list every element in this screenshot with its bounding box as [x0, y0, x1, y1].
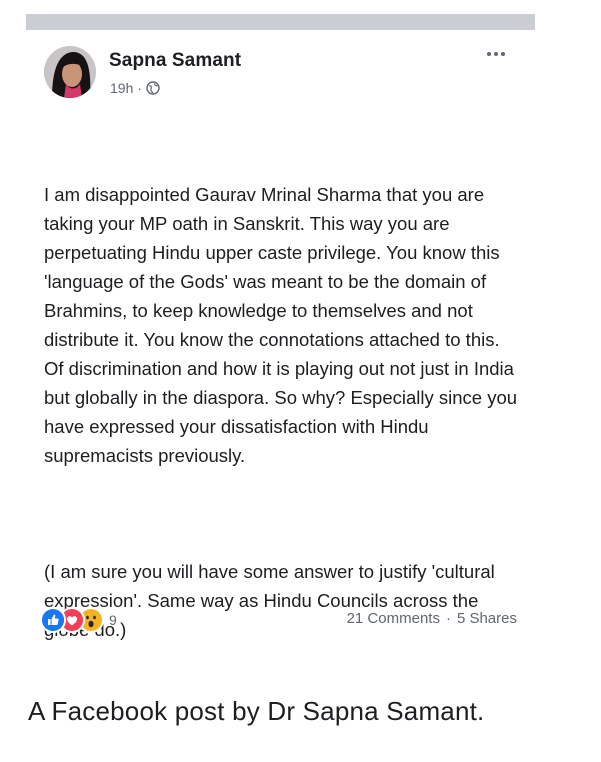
globe-icon	[146, 81, 160, 95]
more-options-button[interactable]	[481, 44, 511, 64]
avatar-photo	[44, 46, 96, 98]
post-paragraph: I am disappointed Gaurav Mrinal Sharma t…	[44, 184, 523, 466]
engagement-stats: 21 Comments · 5 Shares	[347, 610, 517, 627]
more-dot-icon	[494, 52, 498, 56]
meta-separator: ·	[137, 80, 143, 96]
avatar[interactable]	[44, 46, 96, 98]
post-time[interactable]: 19h	[110, 80, 133, 96]
engagement-separator: ·	[445, 610, 451, 627]
like-icon	[40, 607, 66, 633]
reactions-summary[interactable]: 9	[40, 607, 117, 633]
more-dot-icon	[501, 52, 505, 56]
previous-post-edge	[26, 14, 535, 30]
facebook-post: Sapna Samant 19h · I am disappointed Gau…	[26, 30, 535, 647]
image-caption: A Facebook post by Dr Sapna Samant.	[28, 696, 485, 726]
author-name[interactable]: Sapna Samant	[109, 50, 241, 72]
more-dot-icon	[487, 52, 491, 56]
shares-count-link[interactable]: 5 Shares	[457, 610, 517, 627]
reaction-count: 9	[109, 612, 117, 628]
comments-count-link[interactable]: 21 Comments	[347, 610, 440, 627]
post-meta: 19h ·	[110, 80, 160, 96]
